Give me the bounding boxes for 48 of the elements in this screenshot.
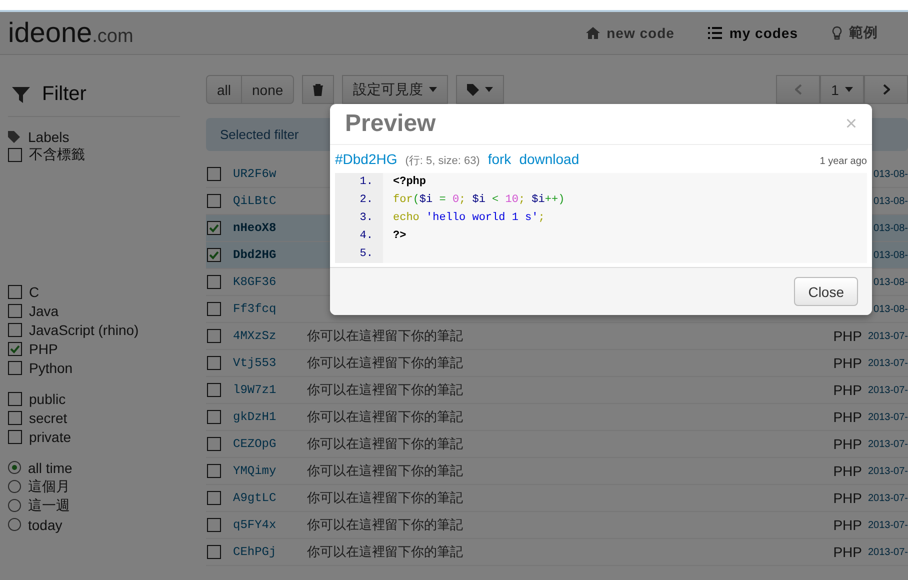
language-text: PHP xyxy=(833,436,862,452)
note-text: 你可以在這裡留下你的筆記 xyxy=(307,544,463,559)
note-text: 你可以在這裡留下你的筆記 xyxy=(307,517,463,532)
language-text: PHP xyxy=(833,409,862,425)
language-text: PHP xyxy=(833,463,862,479)
date-text: 2013-07- xyxy=(866,412,908,422)
labels-heading: Labels xyxy=(28,129,70,145)
language-text: PHP xyxy=(833,355,862,371)
language-text: PHP xyxy=(833,544,862,560)
code-line: echo 'hello world 1 s'; xyxy=(393,212,545,224)
date-text: 2013-07- xyxy=(866,466,908,476)
date-text: 013-08- xyxy=(872,168,908,180)
selected-filters-label: Selected filter xyxy=(220,127,299,142)
date-text: 013-08- xyxy=(872,250,908,260)
date-text: 2013-07- xyxy=(866,520,908,530)
code-meta-text: (行: 5, size: 63) xyxy=(405,154,480,168)
note-text: 你可以在這裡留下你的筆記 xyxy=(307,328,463,343)
code-line: for($i = 0; $i < 10; $i++) xyxy=(393,194,565,206)
line-number: 5. xyxy=(335,245,383,263)
language-text: PHP xyxy=(833,517,862,533)
line-number: 2. xyxy=(335,191,383,209)
date-text: 2013-07- xyxy=(866,330,908,342)
date-text: 013-08- xyxy=(872,276,908,288)
date-text: 2013-07- xyxy=(866,546,908,558)
filter-title: Filter xyxy=(42,83,86,106)
note-text: 你可以在這裡留下你的筆記 xyxy=(307,355,463,370)
date-text: 013-08- xyxy=(872,196,908,206)
note-text: 你可以在這裡留下你的筆記 xyxy=(307,463,463,478)
date-text: 013-08- xyxy=(872,304,908,314)
line-number: 1. xyxy=(335,173,383,191)
date-text: 013-08- xyxy=(872,222,908,234)
line-number: 3. xyxy=(335,209,383,227)
dialog-title: Preview xyxy=(345,110,436,138)
date-text: 2013-07- xyxy=(866,358,908,368)
date-text: 2013-07- xyxy=(866,438,908,450)
language-text: PHP xyxy=(833,328,862,344)
date-text: 2013-07- xyxy=(866,492,908,504)
language-text: PHP xyxy=(833,490,862,506)
note-text: 你可以在這裡留下你的筆記 xyxy=(307,409,463,424)
note-text: 你可以在這裡留下你的筆記 xyxy=(307,382,463,397)
date-text: 2013-07- xyxy=(866,384,908,396)
language-text: PHP xyxy=(833,382,862,398)
code-line: ?> xyxy=(393,230,406,242)
code-line: <?php xyxy=(393,176,426,188)
age-text: 1 year ago xyxy=(820,156,867,167)
note-text: 你可以在這裡留下你的筆記 xyxy=(307,436,463,451)
line-number: 4. xyxy=(335,227,383,245)
note-text: 你可以在這裡留下你的筆記 xyxy=(307,490,463,505)
